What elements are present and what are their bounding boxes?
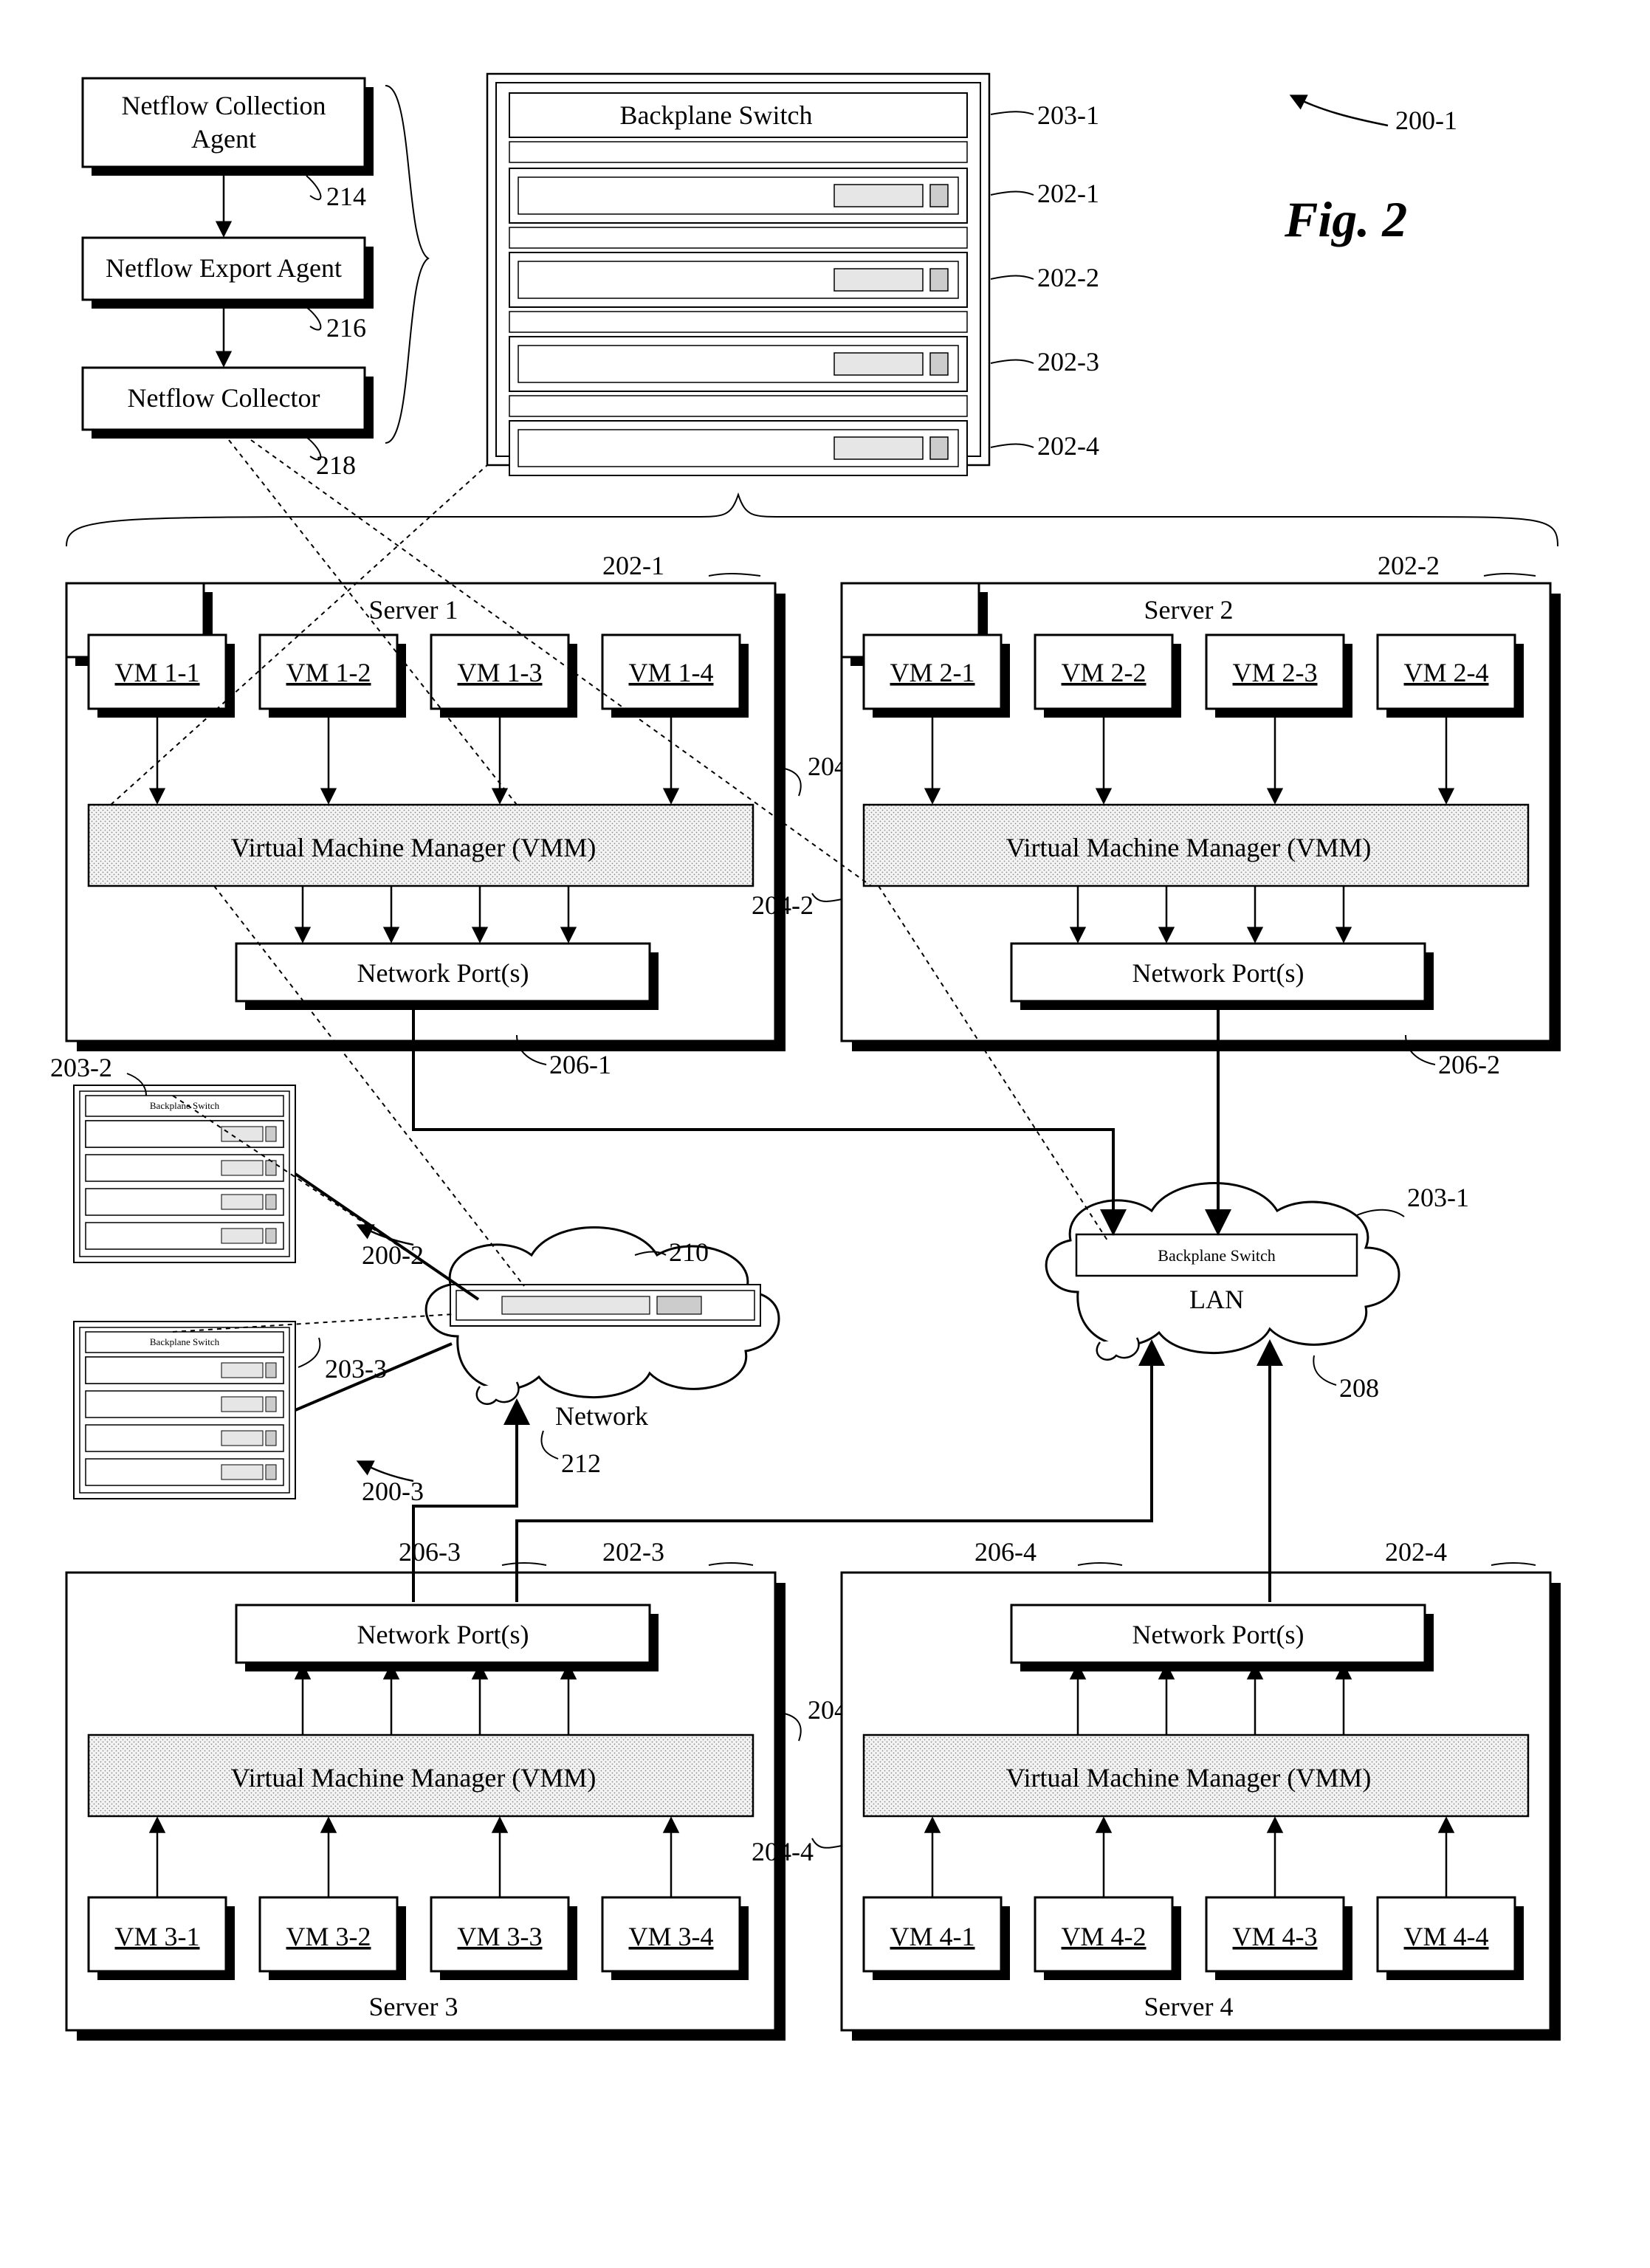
server4-title: Server 4 [1144, 1992, 1234, 2021]
top-chassis [487, 74, 989, 475]
figure-label: Fig. 2 [1284, 191, 1407, 247]
server2-title: Server 2 [1144, 595, 1234, 625]
vm-2-4: VM 2-4 [1404, 658, 1489, 687]
vm-1-4: VM 1-4 [629, 658, 714, 687]
vm-3-3: VM 3-3 [458, 1922, 543, 1951]
ref-208: 208 [1339, 1373, 1379, 1403]
vm-2-2: VM 2-2 [1062, 658, 1147, 687]
netflow-agent-line2: Agent [191, 124, 256, 154]
ref-202-3-top: 202-3 [1037, 347, 1099, 377]
vm-4-3: VM 4-3 [1233, 1922, 1318, 1951]
ref-203-1-top: 203-1 [1037, 100, 1099, 130]
small-chassis-1 [74, 1085, 295, 1262]
ref-203-1-lan: 203-1 [1407, 1183, 1469, 1212]
ref-202-1: 202-1 [602, 551, 664, 580]
ref-206-4: 206-4 [974, 1537, 1037, 1567]
vmm4-label: Virtual Machine Manager (VMM) [1006, 1763, 1372, 1793]
vm-3-4: VM 3-4 [629, 1922, 714, 1951]
vm-4-1: VM 4-1 [890, 1922, 975, 1951]
netflow-export-label: Netflow Export Agent [106, 253, 342, 283]
vmm1-label: Virtual Machine Manager (VMM) [231, 833, 597, 862]
ref-206-2: 206-2 [1438, 1050, 1500, 1079]
vm-3-2: VM 3-2 [286, 1922, 371, 1951]
ref-216: 216 [326, 313, 366, 343]
lan-label: LAN [1189, 1285, 1244, 1314]
ref-202-4-top: 202-4 [1037, 431, 1099, 461]
ref-202-2-top: 202-2 [1037, 263, 1099, 292]
bp-small-1: Backplane Switch [150, 1100, 220, 1111]
netflow-stack: Netflow Collection Agent Netflow Export … [83, 78, 428, 443]
vm-1-1: VM 1-1 [115, 658, 200, 687]
np1-label: Network Port(s) [357, 958, 529, 988]
ref-204-2: 204-2 [752, 890, 814, 920]
netflow-collector-label: Netflow Collector [128, 383, 320, 413]
small-chassis-2 [74, 1322, 295, 1499]
vmm3-label: Virtual Machine Manager (VMM) [231, 1763, 597, 1793]
ref-202-4: 202-4 [1385, 1537, 1447, 1567]
vm-2-3: VM 2-3 [1233, 658, 1318, 687]
ref-206-1: 206-1 [549, 1050, 611, 1079]
network-label: Network [555, 1401, 648, 1431]
backplane-lan-label: Backplane Switch [1158, 1246, 1275, 1265]
vm-4-2: VM 4-2 [1062, 1922, 1147, 1951]
ref-206-3: 206-3 [399, 1537, 461, 1567]
ref-202-1-top: 202-1 [1037, 179, 1099, 208]
ref-214: 214 [326, 182, 366, 211]
ref-212: 212 [561, 1449, 601, 1478]
vmm2-label: Virtual Machine Manager (VMM) [1006, 833, 1372, 862]
np2-label: Network Port(s) [1132, 958, 1304, 988]
ref-218: 218 [316, 450, 356, 480]
np4-label: Network Port(s) [1132, 1620, 1304, 1649]
server3-title: Server 3 [369, 1992, 458, 2021]
ref-202-2: 202-2 [1378, 551, 1440, 580]
ref-210: 210 [669, 1237, 709, 1267]
vm-2-1: VM 2-1 [890, 658, 975, 687]
netflow-agent-line1: Netflow Collection [122, 91, 326, 120]
vm-3-1: VM 3-1 [115, 1922, 200, 1951]
ref-200-1: 200-1 [1395, 106, 1457, 135]
vm-1-2: VM 1-2 [286, 658, 371, 687]
ref-203-2: 203-2 [50, 1053, 112, 1082]
ref-204-4: 204-4 [752, 1837, 814, 1866]
vm-4-4: VM 4-4 [1404, 1922, 1489, 1951]
np3-label: Network Port(s) [357, 1620, 529, 1649]
vm-1-3: VM 1-3 [458, 658, 543, 687]
ref-200-3: 200-3 [362, 1477, 424, 1506]
bp-small-2: Backplane Switch [150, 1336, 220, 1347]
ref-202-3: 202-3 [602, 1537, 664, 1567]
server1-title: Server 1 [369, 595, 458, 625]
backplane-label-top: Backplane Switch [620, 100, 813, 130]
figure-canvas: Netflow Collection Agent Netflow Export … [0, 0, 1650, 2268]
ref-203-3: 203-3 [325, 1354, 387, 1384]
